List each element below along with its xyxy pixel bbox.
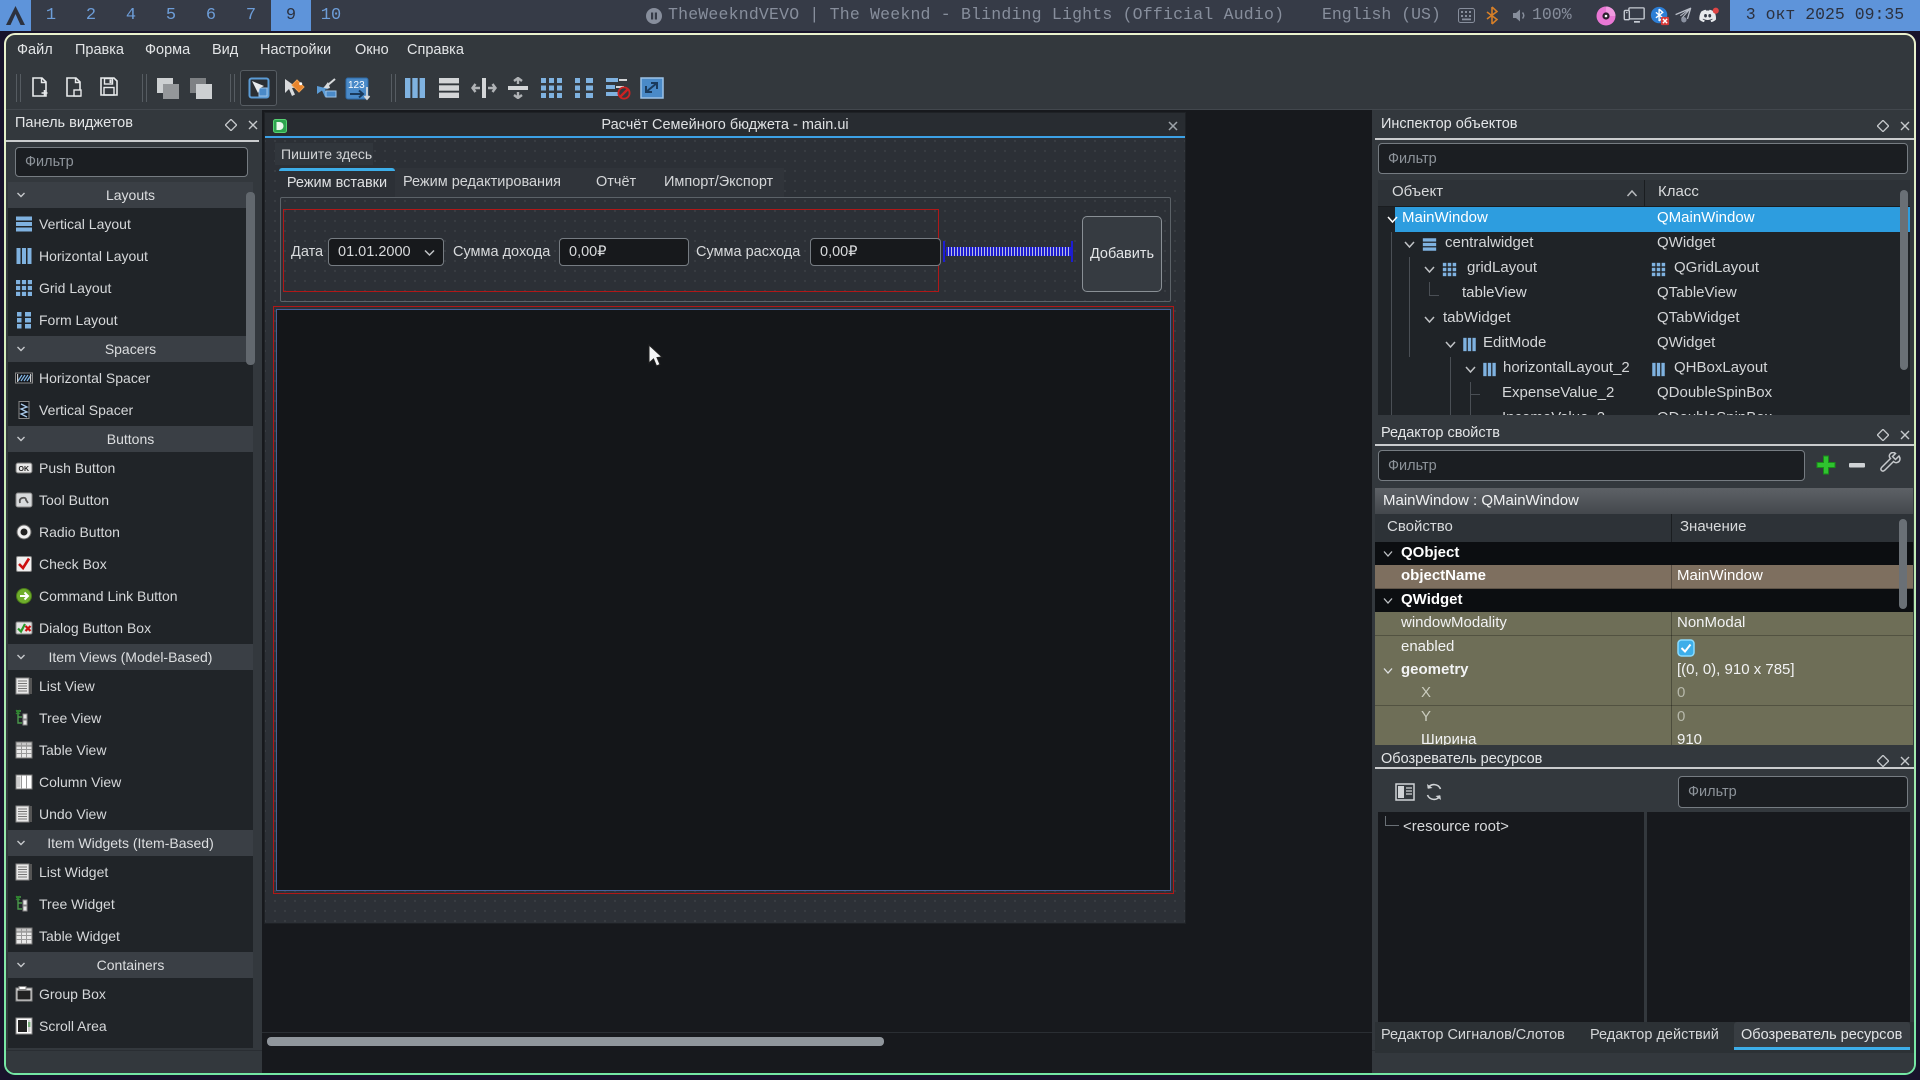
svg-text:123: 123 [348, 80, 365, 91]
svg-text:OK: OK [19, 466, 30, 473]
